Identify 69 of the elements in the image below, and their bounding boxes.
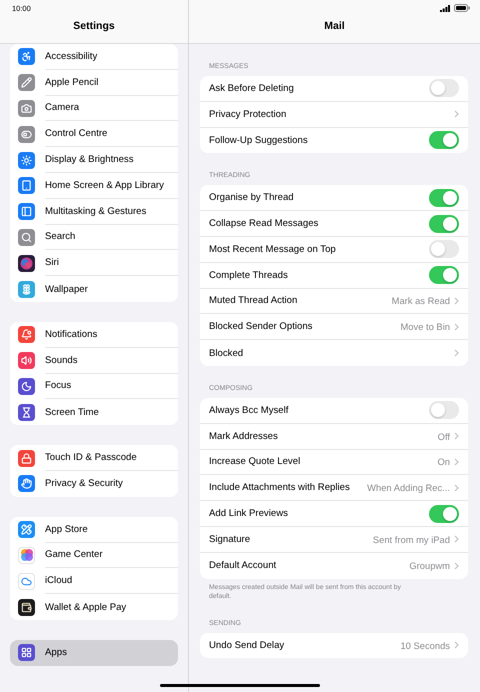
sidebar-item[interactable]: Wallet & Apple Pay (45, 602, 126, 613)
toggle-switch[interactable] (429, 504, 459, 523)
sidebar-item[interactable]: Search (45, 231, 76, 242)
setting-value: 10 Seconds (400, 640, 450, 651)
chevron-icon (454, 535, 459, 544)
setting-value: Mark as Read (392, 295, 450, 306)
setting-label[interactable]: Privacy Protection (209, 108, 450, 120)
sidebar-item[interactable]: Apps (10, 640, 178, 666)
setting-label: Always Bcc Myself (209, 404, 290, 416)
toggle-switch[interactable] (429, 266, 459, 284)
setting-value: Off (438, 430, 450, 442)
chevron-icon (454, 458, 459, 466)
setting-label: Ask Before Deleting (209, 82, 295, 94)
chevron-icon (454, 349, 459, 358)
chevron-icon (454, 432, 459, 440)
sidebar-item[interactable]: Notifications (45, 328, 98, 340)
toggle-switch[interactable] (429, 188, 459, 207)
sidebar-item[interactable]: Touch ID & Passcode (45, 452, 137, 464)
setting-label: Collapse Read Messages (209, 218, 320, 230)
setting-label: Add Link Previews (209, 508, 289, 520)
chevron-icon (454, 484, 459, 492)
setting-label[interactable]: Default Account (209, 560, 406, 572)
toggle-switch[interactable] (429, 79, 459, 98)
toggle-switch[interactable] (429, 214, 459, 233)
sidebar-item[interactable]: Home Screen & App Library (45, 180, 164, 191)
setting-value: When Adding Rec... (367, 482, 450, 494)
sidebar-item[interactable]: Apple Pencil (45, 76, 98, 88)
sidebar-item[interactable]: Multitasking & Gestures (45, 206, 146, 217)
setting-label[interactable]: Include Attachments with Replies (209, 482, 364, 494)
sidebar-item[interactable]: Screen Time (45, 406, 99, 418)
sidebar-item[interactable]: Display & Brightness (45, 154, 134, 166)
chevron-icon (454, 296, 459, 305)
setting-value: On (437, 456, 450, 468)
setting-label[interactable]: Blocked (209, 348, 450, 359)
sidebar-item[interactable]: Siri (45, 257, 59, 268)
toggle-switch[interactable] (429, 131, 459, 150)
setting-label[interactable]: Blocked Sender Options (209, 321, 396, 332)
sidebar-item[interactable]: Wallpaper (45, 284, 88, 295)
setting-label: Follow-Up Suggestions (209, 134, 309, 146)
chevron-icon (454, 110, 459, 118)
setting-label[interactable]: Increase Quote Level (209, 456, 434, 468)
toggle-switch[interactable] (429, 401, 459, 420)
sidebar-item[interactable]: iCloud (45, 575, 72, 586)
battery-icon (454, 4, 470, 12)
setting-value: Groupwm (409, 560, 450, 572)
sidebar-title: Settings (73, 20, 115, 32)
sidebar-item[interactable]: Control Centre (45, 128, 108, 140)
chevron-icon (454, 562, 459, 570)
page-title: Mail (324, 20, 345, 32)
sidebar-item[interactable]: Sounds (45, 354, 78, 366)
setting-label[interactable]: Undo Send Delay (209, 640, 396, 651)
setting-label[interactable]: Muted Thread Action (209, 295, 388, 306)
setting-value: Move to Bin (400, 321, 450, 332)
setting-label: Most Recent Message on Top (209, 244, 337, 255)
setting-label[interactable]: Mark Addresses (209, 430, 434, 442)
sidebar-item[interactable]: Accessibility (45, 50, 98, 62)
signal-icon (440, 4, 450, 12)
sidebar-item[interactable]: App Store (45, 524, 88, 535)
sidebar-item[interactable]: Game Center (45, 549, 103, 560)
toggle-switch[interactable] (429, 240, 459, 258)
sidebar-item[interactable]: Privacy & Security (45, 478, 123, 490)
chevron-icon (454, 322, 459, 331)
setting-label[interactable]: Signature (209, 534, 369, 545)
sidebar-item[interactable]: Focus (45, 380, 72, 392)
setting-label: Organise by Thread (209, 192, 295, 204)
sidebar-item[interactable]: Camera (45, 102, 80, 114)
setting-value: Sent from my iPad (372, 534, 450, 545)
setting-label: Complete Threads (209, 270, 289, 281)
chevron-icon (454, 641, 459, 650)
